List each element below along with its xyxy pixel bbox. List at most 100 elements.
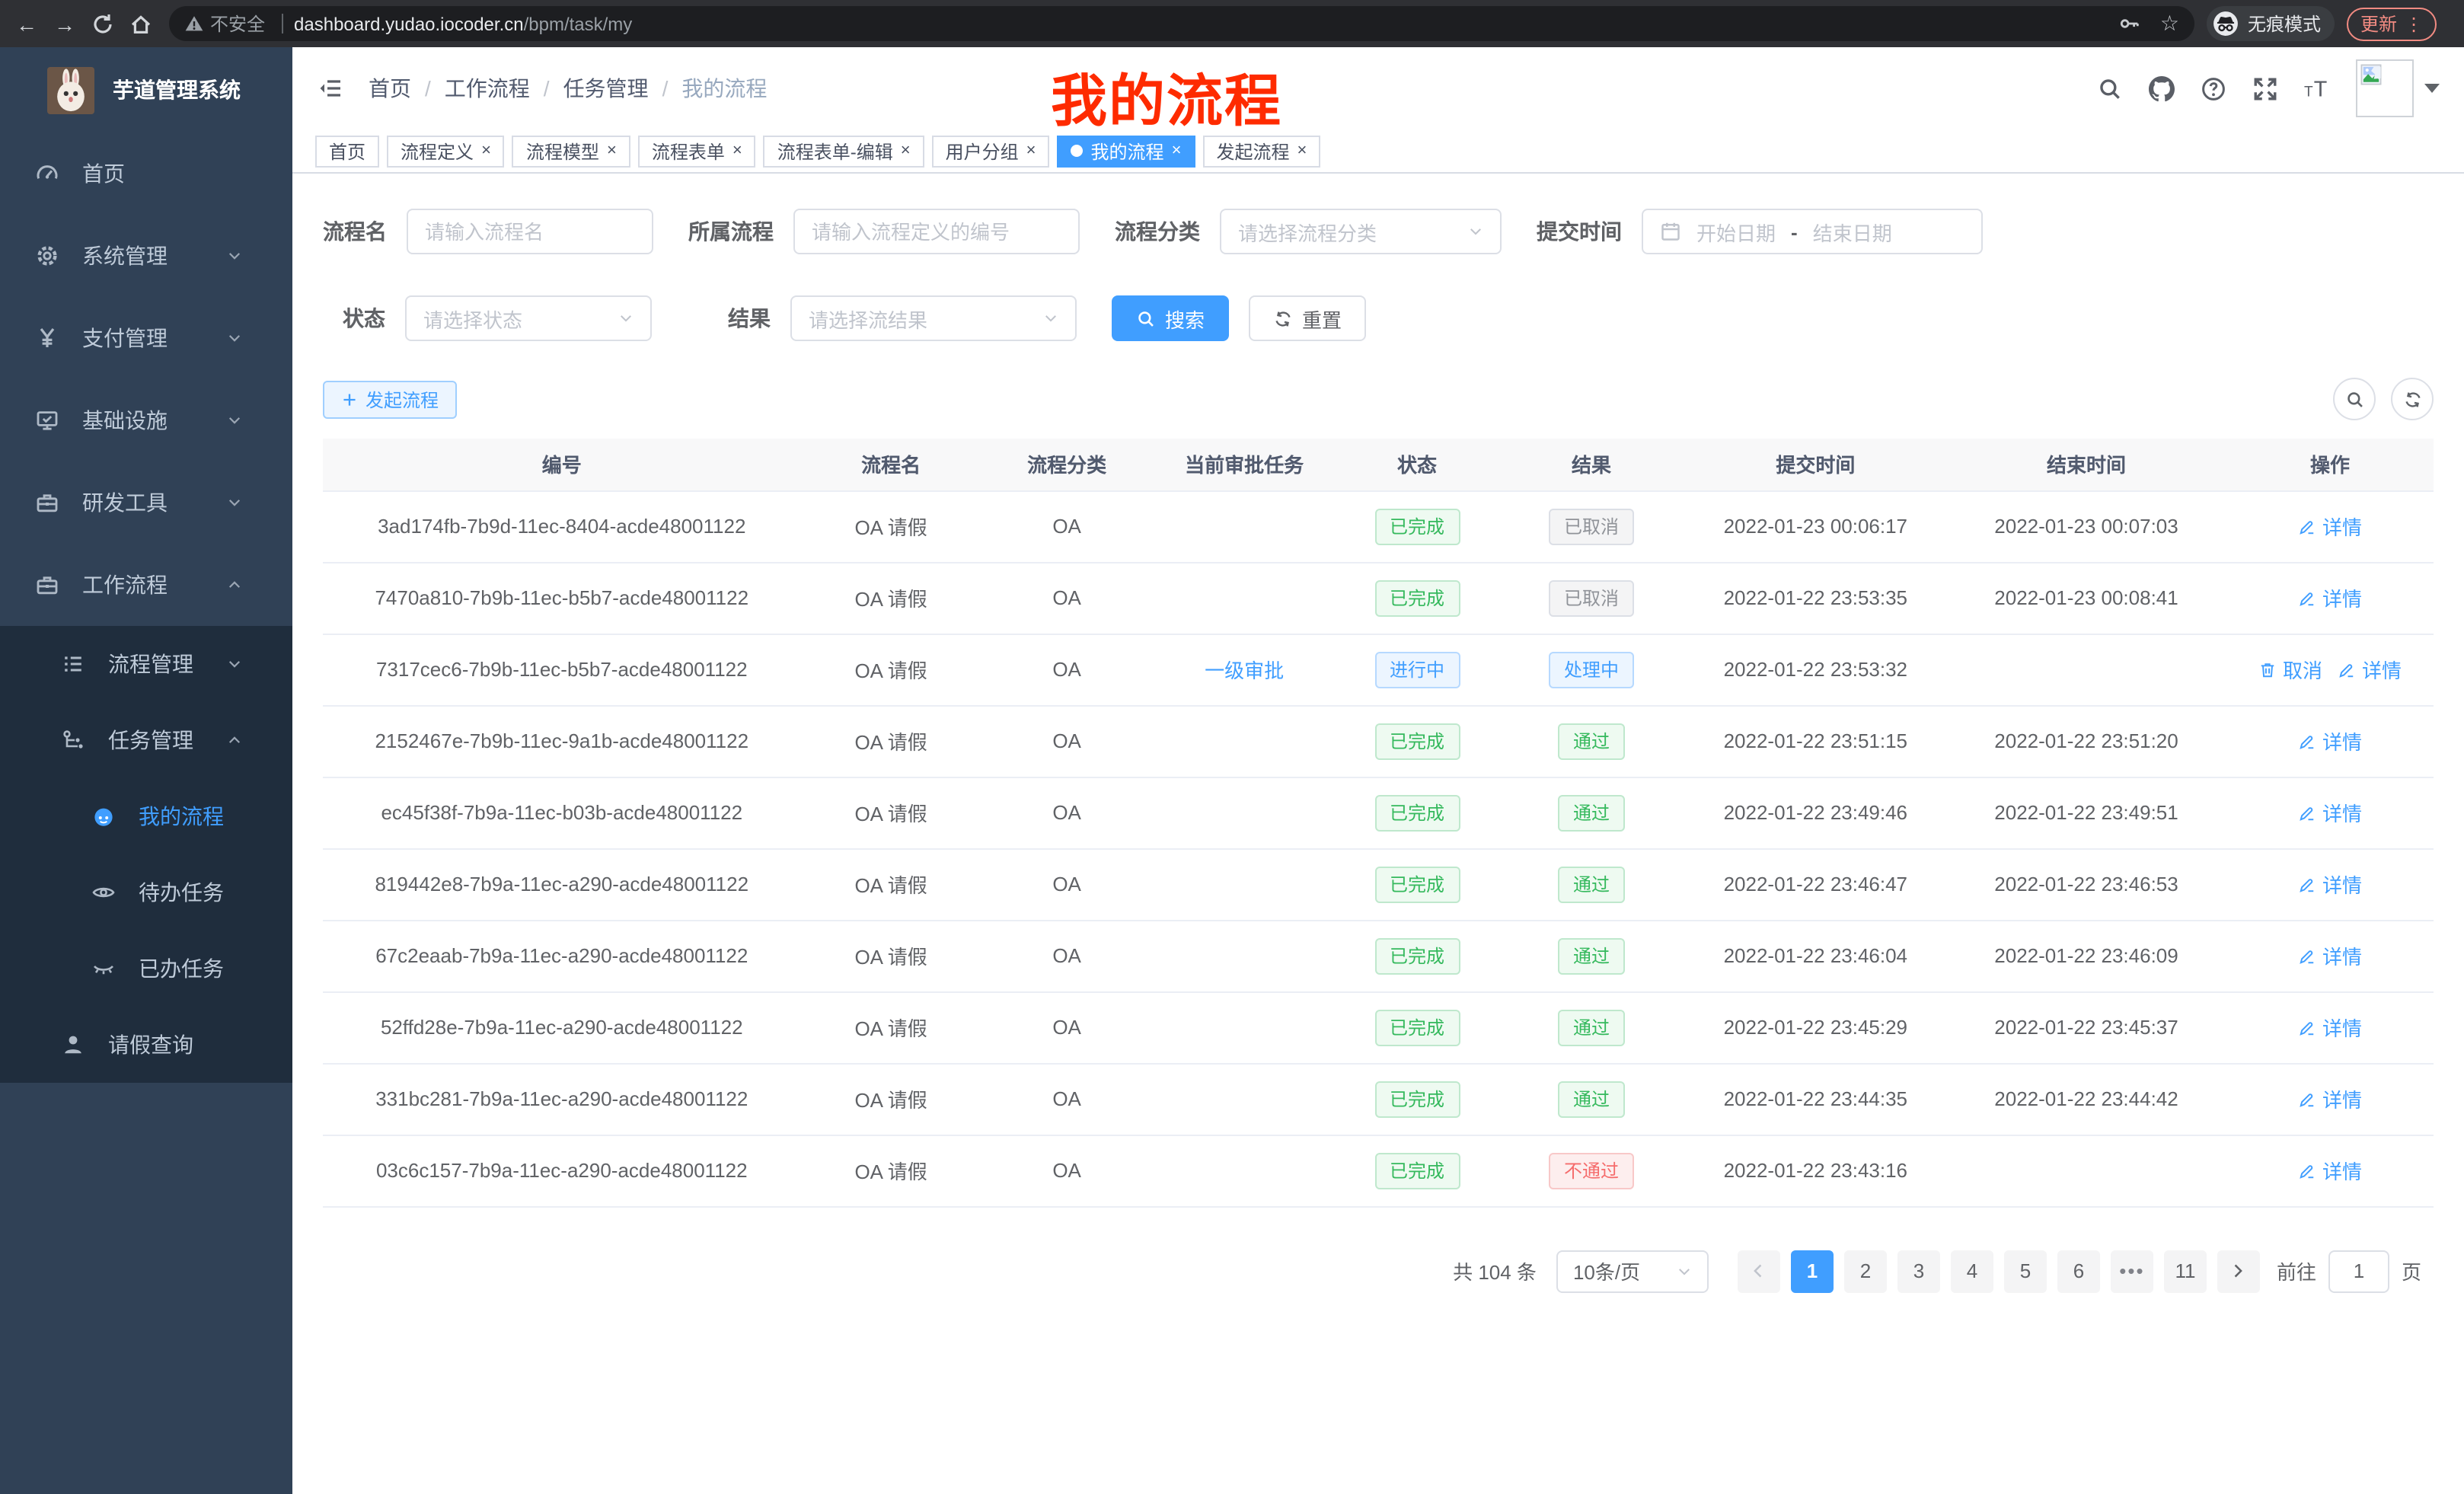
page-size-select[interactable]: 10条/页 (1556, 1250, 1709, 1292)
help-icon[interactable] (2201, 75, 2226, 101)
search-icon[interactable] (2097, 75, 2123, 101)
edit-icon (2298, 803, 2316, 822)
collapse-sidebar-icon[interactable] (317, 76, 344, 101)
sidebar-item-done-task[interactable]: 已办任务 (0, 931, 292, 1007)
close-tab-icon[interactable]: × (732, 142, 742, 159)
sidebar-item-task-mgmt[interactable]: 任务管理 (0, 702, 292, 778)
browser-menu-icon[interactable]: ⋮ (2405, 13, 2423, 34)
column-header: 提交时间 (1685, 439, 1946, 490)
tab-流程模型[interactable]: 流程模型× (512, 135, 630, 167)
sidebar-item-process-mgmt[interactable]: 流程管理 (0, 626, 292, 702)
prev-page-button[interactable] (1738, 1250, 1780, 1292)
tab-发起流程[interactable]: 发起流程× (1202, 135, 1320, 167)
font-size-icon[interactable]: TT (2304, 75, 2330, 101)
process-category: OA (981, 705, 1153, 777)
close-tab-icon[interactable]: × (481, 142, 491, 159)
process-category-select[interactable]: 请选择流程分类 (1220, 209, 1502, 254)
cancel-action-link[interactable]: 取消 (2258, 655, 2322, 684)
fullscreen-icon[interactable] (2252, 75, 2278, 101)
sidebar-item-leave-query[interactable]: 请假查询 (0, 1007, 292, 1083)
github-icon[interactable] (2149, 75, 2175, 101)
page-button-4[interactable]: 4 (1951, 1250, 1993, 1292)
submit-time: 2022-01-22 23:49:46 (1685, 777, 1946, 848)
column-header: 当前审批任务 (1153, 439, 1336, 490)
filter-status-label: 状态 (343, 303, 385, 334)
sidebar-item-my-process[interactable]: 我的流程 (0, 778, 292, 854)
detail-action-link[interactable]: 详情 (2298, 941, 2362, 970)
gauge-icon (35, 161, 59, 186)
tab-我的流程[interactable]: 我的流程× (1058, 135, 1195, 167)
close-tab-icon[interactable]: × (1026, 142, 1036, 159)
update-menu-button[interactable]: 更新 ⋮ (2347, 7, 2437, 40)
sidebar-item-system[interactable]: 系统管理 (0, 215, 292, 297)
avatar-dropdown-icon[interactable] (2424, 84, 2440, 93)
breadcrumb-item[interactable]: 工作流程 (445, 73, 530, 104)
result-select[interactable]: 请选择流结果 (790, 295, 1077, 341)
sidebar-item-home[interactable]: 首页 (0, 132, 292, 215)
detail-action-link[interactable]: 详情 (2338, 655, 2402, 684)
sidebar: 芋道管理系统 首页系统管理支付管理基础设施研发工具工作流程流程管理任务管理我的流… (0, 47, 292, 1494)
detail-action-link[interactable]: 详情 (2298, 583, 2362, 612)
tab-首页[interactable]: 首页 (315, 135, 379, 167)
create-process-button[interactable]: 发起流程 (323, 380, 457, 418)
page-button-2[interactable]: 2 (1844, 1250, 1887, 1292)
sidebar-item-infrastructure[interactable]: 基础设施 (0, 379, 292, 461)
status-badge-cell: 已完成 (1336, 777, 1499, 848)
detail-action-link[interactable]: 详情 (2298, 512, 2362, 541)
key-icon[interactable] (2119, 12, 2142, 35)
end-time: 2022-01-23 00:07:03 (1946, 490, 2226, 562)
refresh-table-button[interactable] (2391, 378, 2434, 420)
url-text: dashboard.yudao.iocoder.cn/bpm/task/my (294, 13, 632, 34)
reload-icon[interactable] (90, 11, 116, 36)
next-page-button[interactable] (2217, 1250, 2260, 1292)
detail-action-link[interactable]: 详情 (2298, 1156, 2362, 1185)
close-tab-icon[interactable]: × (901, 142, 911, 159)
page-button-3[interactable]: 3 (1897, 1250, 1940, 1292)
sidebar-item-workflow[interactable]: 工作流程 (0, 544, 292, 626)
breadcrumb-item[interactable]: 任务管理 (563, 73, 649, 104)
sidebar-item-label: 系统管理 (82, 241, 227, 271)
process-definition-input[interactable] (793, 209, 1080, 254)
page-button-11[interactable]: 11 (2164, 1250, 2207, 1292)
close-tab-icon[interactable]: × (1172, 142, 1182, 159)
logo-avatar (47, 66, 94, 113)
tab-流程表单[interactable]: 流程表单× (638, 135, 756, 167)
toggle-search-button[interactable] (2333, 378, 2376, 420)
sidebar-item-devtools[interactable]: 研发工具 (0, 461, 292, 544)
detail-action-link[interactable]: 详情 (2298, 870, 2362, 899)
process-name-input[interactable] (407, 209, 653, 254)
close-tab-icon[interactable]: × (607, 142, 617, 159)
address-bar[interactable]: 不安全 dashboard.yudao.iocoder.cn/bpm/task/… (169, 6, 2194, 41)
column-header: 流程名 (801, 439, 981, 490)
reset-button[interactable]: 重置 (1249, 295, 1366, 341)
bookmark-star-icon[interactable]: ☆ (2160, 11, 2179, 37)
detail-action-link[interactable]: 详情 (2298, 798, 2362, 827)
detail-action-link[interactable]: 详情 (2298, 1084, 2362, 1113)
app-logo[interactable]: 芋道管理系统 (0, 47, 292, 132)
sidebar-item-payment[interactable]: 支付管理 (0, 297, 292, 379)
tab-流程表单-编辑[interactable]: 流程表单-编辑× (764, 135, 924, 167)
back-icon[interactable]: ← (14, 11, 40, 36)
avatar[interactable] (2356, 59, 2440, 117)
search-button[interactable]: 搜索 (1112, 295, 1229, 341)
result-badge: 通过 (1558, 794, 1625, 831)
process-category: OA (981, 1063, 1153, 1135)
goto-page-input[interactable] (2328, 1250, 2389, 1292)
close-tab-icon[interactable]: × (1297, 142, 1307, 159)
sidebar-item-todo-task[interactable]: 待办任务 (0, 854, 292, 931)
task-link[interactable]: 一级审批 (1205, 655, 1284, 684)
tab-用户分组[interactable]: 用户分组× (932, 135, 1050, 167)
screenshot-root: ← → 不安全 dashboard.yudao.iocoder.cn/bpm/t… (0, 0, 2464, 1494)
page-button-1[interactable]: 1 (1791, 1250, 1834, 1292)
status-select[interactable]: 请选择状态 (405, 295, 652, 341)
forward-icon[interactable]: → (52, 11, 78, 36)
detail-action-link[interactable]: 详情 (2298, 726, 2362, 755)
page-button-5[interactable]: 5 (2004, 1250, 2047, 1292)
detail-action-link[interactable]: 详情 (2298, 1013, 2362, 1042)
breadcrumb-item[interactable]: 首页 (369, 73, 411, 104)
process-table: 编号流程名流程分类当前审批任务状态结果提交时间结束时间操作 3ad174fb-7… (323, 439, 2434, 1207)
home-icon[interactable] (128, 11, 154, 36)
tab-流程定义[interactable]: 流程定义× (387, 135, 505, 167)
submit-time-range-picker[interactable]: 开始日期 - 结束日期 (1642, 209, 1983, 254)
page-button-6[interactable]: 6 (2057, 1250, 2100, 1292)
